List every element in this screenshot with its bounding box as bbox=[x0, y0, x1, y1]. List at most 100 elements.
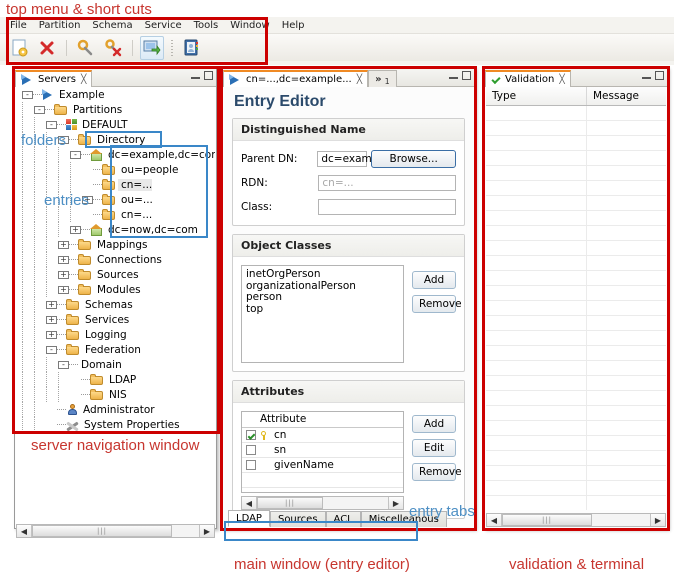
disconnect-icon[interactable] bbox=[101, 36, 125, 60]
validation-row[interactable] bbox=[486, 285, 666, 301]
validation-row[interactable] bbox=[486, 180, 666, 196]
object-class-add-button[interactable]: Add bbox=[412, 271, 456, 289]
validation-row[interactable] bbox=[486, 330, 666, 346]
validation-tabbar[interactable]: Validation ╳ bbox=[485, 68, 667, 87]
validation-row[interactable] bbox=[486, 270, 666, 286]
attributes-table[interactable]: Attribute cn sn givenName bbox=[242, 412, 403, 492]
expand-icon[interactable]: + bbox=[58, 255, 69, 264]
scroll-right-arrow[interactable]: ▶ bbox=[650, 514, 665, 526]
class-input[interactable] bbox=[318, 199, 456, 215]
menu-item-partition[interactable]: Partition bbox=[33, 19, 87, 32]
validation-row[interactable] bbox=[486, 225, 666, 241]
object-class-remove-button[interactable]: Remove bbox=[412, 295, 462, 313]
validation-row[interactable] bbox=[486, 435, 666, 451]
editor-view-buttons[interactable] bbox=[449, 71, 471, 80]
tab-servers[interactable]: Servers ╳ bbox=[15, 70, 93, 87]
menu-item-help[interactable]: Help bbox=[276, 19, 311, 32]
table-row[interactable]: cn bbox=[242, 427, 403, 443]
validation-row[interactable] bbox=[486, 135, 666, 151]
validation-row[interactable] bbox=[486, 210, 666, 226]
tab-acl[interactable]: ACL bbox=[325, 511, 361, 527]
tree-item-ldap[interactable]: LDAP bbox=[16, 372, 215, 387]
rdn-input[interactable]: cn=... bbox=[318, 175, 456, 191]
object-classes-list[interactable]: inetOrgPerson organizationalPerson person t… bbox=[241, 265, 404, 363]
tree-item-ou-people[interactable]: ou=people bbox=[16, 162, 215, 177]
validation-row[interactable] bbox=[486, 300, 666, 316]
tab-entry-editor[interactable]: cn=...,dc=example... ╳ bbox=[223, 70, 369, 87]
validation-row[interactable] bbox=[486, 360, 666, 376]
tree-item-dc-now-dc-com[interactable]: + dc=now,dc=com bbox=[16, 222, 215, 237]
attribute-checkbox[interactable] bbox=[246, 430, 256, 440]
menu-item-schema[interactable]: Schema bbox=[86, 19, 138, 32]
validation-table[interactable]: Type Message bbox=[486, 87, 666, 510]
servers-scroll-thumb[interactable]: ||| bbox=[32, 525, 172, 537]
expand-icon[interactable]: + bbox=[58, 270, 69, 279]
validation-row[interactable] bbox=[486, 375, 666, 391]
tree-item-default[interactable]: - DEFAULT bbox=[16, 117, 215, 132]
tree-item-mappings[interactable]: + Mappings bbox=[16, 237, 215, 252]
object-class-item[interactable]: top bbox=[246, 303, 399, 316]
collapse-icon[interactable]: - bbox=[58, 360, 69, 369]
maximize-icon[interactable] bbox=[655, 71, 664, 80]
tree-item-cn[interactable]: cn=... bbox=[16, 207, 215, 222]
validation-view-buttons[interactable] bbox=[642, 71, 664, 80]
tab-ldap[interactable]: LDAP bbox=[228, 510, 270, 527]
toolbar-drag-handle[interactable] bbox=[171, 39, 173, 56]
minimize-icon[interactable] bbox=[642, 71, 651, 80]
collapse-icon[interactable]: - bbox=[46, 345, 57, 354]
collapse-icon[interactable]: - bbox=[70, 150, 81, 159]
servers-tree[interactable]: - Example - Partitions - DEFAULT - Directory - dc… bbox=[16, 87, 215, 527]
editor-tabbar[interactable]: cn=...,dc=example... ╳ » 1 bbox=[223, 68, 474, 87]
parent-dn-input[interactable]: dc=exam bbox=[317, 151, 372, 167]
table-row[interactable]: sn bbox=[242, 442, 403, 458]
validation-row[interactable] bbox=[486, 195, 666, 211]
menu-bar[interactable]: File Partition Schema Service Tools Wind… bbox=[0, 17, 674, 34]
validation-row[interactable] bbox=[486, 315, 666, 331]
validation-row[interactable] bbox=[486, 255, 666, 271]
tree-item-example[interactable]: - Example bbox=[16, 87, 215, 102]
attribute-checkbox[interactable] bbox=[246, 445, 256, 455]
tree-item-nis[interactable]: NIS bbox=[16, 387, 215, 402]
attribute-checkbox[interactable] bbox=[246, 460, 256, 470]
attribute-add-button[interactable]: Add bbox=[412, 415, 456, 433]
validation-table-wrap[interactable]: Type Message bbox=[486, 87, 666, 510]
scroll-right-arrow[interactable]: ▶ bbox=[388, 497, 403, 509]
attributes-scroll-thumb[interactable]: ||| bbox=[257, 497, 323, 509]
address-book-icon[interactable] bbox=[180, 36, 204, 60]
validation-row[interactable] bbox=[486, 105, 666, 121]
validation-row[interactable] bbox=[486, 420, 666, 436]
collapse-icon[interactable]: - bbox=[22, 90, 33, 99]
close-icon[interactable]: ╳ bbox=[559, 75, 564, 85]
servers-scroll-track[interactable]: ||| bbox=[32, 525, 199, 537]
object-class-item[interactable]: inetOrgPerson bbox=[246, 268, 399, 281]
tab-validation[interactable]: Validation ╳ bbox=[485, 70, 571, 87]
scroll-left-arrow[interactable]: ◀ bbox=[242, 497, 257, 509]
attribute-remove-button[interactable]: Remove bbox=[412, 463, 462, 481]
tree-item-schemas[interactable]: + Schemas bbox=[16, 297, 215, 312]
menu-item-window[interactable]: Window bbox=[224, 19, 275, 32]
expand-icon[interactable]: + bbox=[58, 240, 69, 249]
scroll-left-arrow[interactable]: ◀ bbox=[17, 525, 32, 537]
tree-item-connections[interactable]: + Connections bbox=[16, 252, 215, 267]
tab-overflow[interactable]: » 1 bbox=[368, 70, 397, 87]
validation-row[interactable] bbox=[486, 390, 666, 406]
validation-scroll-track[interactable]: ||| bbox=[502, 514, 650, 526]
validation-row[interactable] bbox=[486, 120, 666, 136]
attributes-scroll-track[interactable]: ||| bbox=[257, 497, 388, 509]
expand-icon[interactable]: + bbox=[46, 300, 57, 309]
maximize-icon[interactable] bbox=[462, 71, 471, 80]
scroll-right-arrow[interactable]: ▶ bbox=[199, 525, 214, 537]
validation-row[interactable] bbox=[486, 240, 666, 256]
tree-item-dc-example-dc-com[interactable]: - dc=example,dc=com bbox=[16, 147, 215, 162]
tree-item-domain[interactable]: - Domain bbox=[16, 357, 215, 372]
expand-icon[interactable]: + bbox=[58, 285, 69, 294]
expand-icon[interactable]: + bbox=[46, 315, 57, 324]
minimize-icon[interactable] bbox=[191, 71, 200, 80]
attribute-edit-button[interactable]: Edit bbox=[412, 439, 456, 457]
tree-item-cn[interactable]: cn=... bbox=[16, 177, 215, 192]
attributes-hscrollbar[interactable]: ◀ ||| ▶ bbox=[241, 496, 404, 510]
collapse-icon[interactable]: - bbox=[34, 105, 45, 114]
object-class-item[interactable]: person bbox=[246, 291, 399, 304]
scroll-left-arrow[interactable]: ◀ bbox=[487, 514, 502, 526]
tree-item-system-properties[interactable]: System Properties bbox=[16, 417, 215, 432]
